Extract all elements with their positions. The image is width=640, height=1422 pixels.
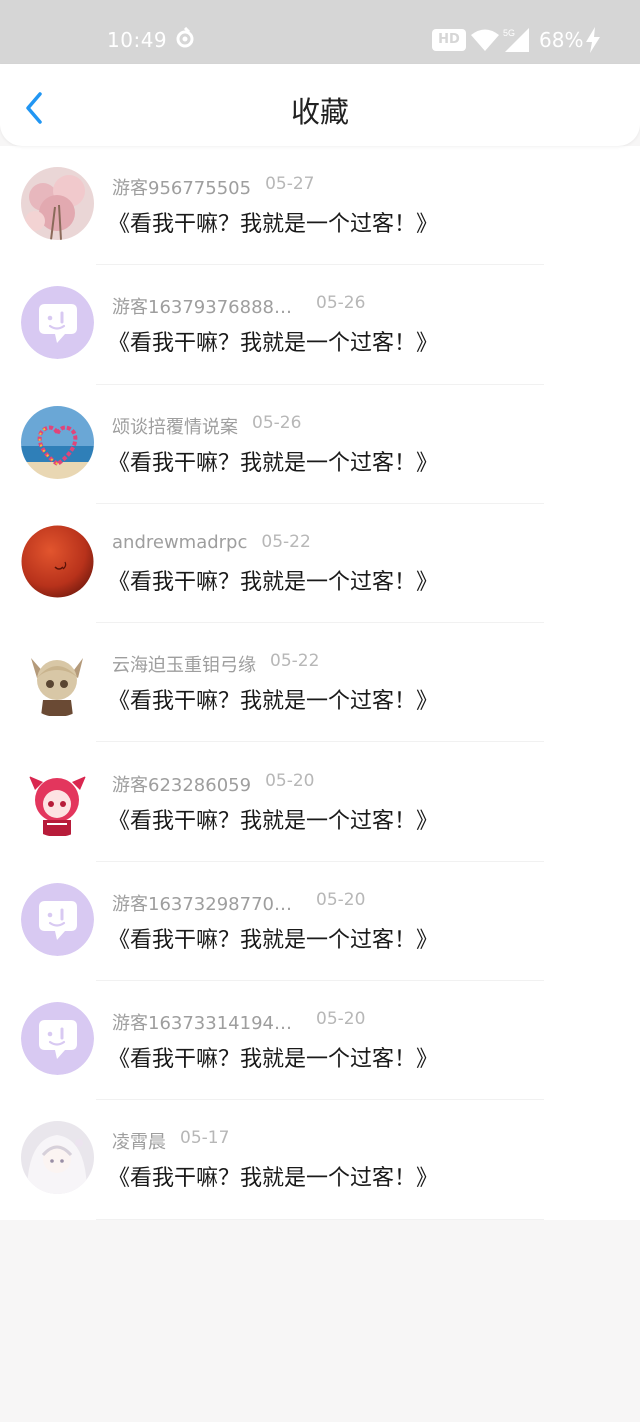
post-date: 05-22 xyxy=(270,651,320,672)
avatar[interactable] xyxy=(21,763,94,837)
avatar[interactable] xyxy=(21,1002,94,1076)
author-row: 游客163733141948… 05-20 xyxy=(112,1009,365,1035)
hd-badge: HD xyxy=(432,29,466,51)
wifi-icon xyxy=(471,29,499,51)
author-name: 游客623286059 xyxy=(112,774,252,796)
header-bar: 收藏 xyxy=(0,64,640,146)
post-content: 《看我干嘛？我就是一个过客！》 xyxy=(108,1166,439,1192)
network-label: 5G xyxy=(503,28,515,38)
post-content: 《看我干嘛？我就是一个过客！》 xyxy=(108,569,439,595)
favorite-item[interactable]: 游客956775505 05-27 《看我干嘛？我就是一个过客！》 xyxy=(0,146,640,266)
signal-icon: 5G xyxy=(503,28,529,52)
post-date: 05-26 xyxy=(316,293,366,314)
favorite-item[interactable]: 游客163793768880… 05-26 《看我干嘛？我就是一个过客！》 xyxy=(0,265,640,385)
battery-percent: 68% xyxy=(539,28,584,52)
favorite-item[interactable]: 颂谈掊覆情说案 05-26 《看我干嘛？我就是一个过客！》 xyxy=(0,385,640,504)
favorites-list: 游客956775505 05-27 《看我干嘛？我就是一个过客！》 游客163793… xyxy=(0,146,640,1220)
post-date: 05-26 xyxy=(252,412,302,433)
author-row: 凌霄晨 05-17 xyxy=(112,1128,229,1154)
avatar[interactable] xyxy=(21,1121,94,1195)
author-name: 游客163733141948… xyxy=(112,1013,302,1035)
post-content: 《看我干嘛？我就是一个过客！》 xyxy=(108,808,439,834)
avatar[interactable] xyxy=(21,524,94,598)
author-name: 游客956775505 xyxy=(112,178,252,199)
status-time: 10:49 xyxy=(107,28,168,52)
favorite-item[interactable]: 游客623286059 05-20 《看我干嘛？我就是一个过客！》 xyxy=(0,743,640,862)
avatar[interactable] xyxy=(21,644,94,718)
app-notification-icon xyxy=(176,27,194,48)
divider xyxy=(96,1218,544,1220)
post-content: 《看我干嘛？我就是一个过客！》 xyxy=(108,212,439,237)
avatar[interactable] xyxy=(21,405,94,479)
post-content: 《看我干嘛？我就是一个过客！》 xyxy=(108,927,439,953)
favorite-item[interactable]: 凌霄晨 05-17 《看我干嘛？我就是一个过客！》 xyxy=(0,1100,640,1220)
author-row: 游客163793768880… 05-26 xyxy=(112,293,365,319)
author-name: 云海迫玉重钼弓缘 xyxy=(112,655,256,677)
avatar[interactable] xyxy=(21,882,94,956)
favorite-item[interactable]: andrewmadrpc 05-22 《看我干嘛？我就是一个过客！》 xyxy=(0,504,640,624)
post-date: 05-27 xyxy=(265,174,315,194)
author-row: 云海迫玉重钼弓缘 05-22 xyxy=(112,651,319,677)
author-row: andrewmadrpc 05-22 xyxy=(112,532,311,553)
author-row: 游客623286059 05-20 xyxy=(112,771,314,797)
status-bar: 10:49 HD 5G 68% xyxy=(0,0,640,64)
author-row: 游客956775505 05-27 xyxy=(112,174,314,200)
author-name: 颂谈掊覆情说案 xyxy=(112,416,238,438)
author-name: 游客163793768880… xyxy=(112,297,302,319)
charging-icon xyxy=(586,27,600,53)
post-content: 《看我干嘛？我就是一个过客！》 xyxy=(108,1047,439,1073)
favorite-item[interactable]: 游客163732987701… 05-20 《看我干嘛？我就是一个过客！》 xyxy=(0,862,640,982)
avatar[interactable] xyxy=(21,167,94,240)
favorite-item[interactable]: 云海迫玉重钼弓缘 05-22 《看我干嘛？我就是一个过客！》 xyxy=(0,623,640,743)
author-name: 游客163732987701… xyxy=(112,893,302,915)
avatar[interactable] xyxy=(21,286,94,360)
post-content: 《看我干嘛？我就是一个过客！》 xyxy=(108,450,439,476)
post-date: 05-20 xyxy=(265,770,315,791)
author-name: andrewmadrpc xyxy=(112,531,248,553)
post-content: 《看我干嘛？我就是一个过客！》 xyxy=(108,331,439,357)
post-date: 05-20 xyxy=(316,1009,366,1030)
page-title: 收藏 xyxy=(290,95,349,129)
post-date: 05-22 xyxy=(261,531,311,552)
author-row: 游客163732987701… 05-20 xyxy=(112,890,365,916)
favorite-item[interactable]: 游客163733141948… 05-20 《看我干嘛？我就是一个过客！》 xyxy=(0,981,640,1101)
post-date: 05-20 xyxy=(316,889,366,910)
post-date: 05-17 xyxy=(180,1128,230,1149)
post-content: 《看我干嘛？我就是一个过客！》 xyxy=(108,689,439,715)
author-name: 凌霄晨 xyxy=(112,1132,166,1154)
author-row: 颂谈掊覆情说案 05-26 xyxy=(112,413,301,439)
